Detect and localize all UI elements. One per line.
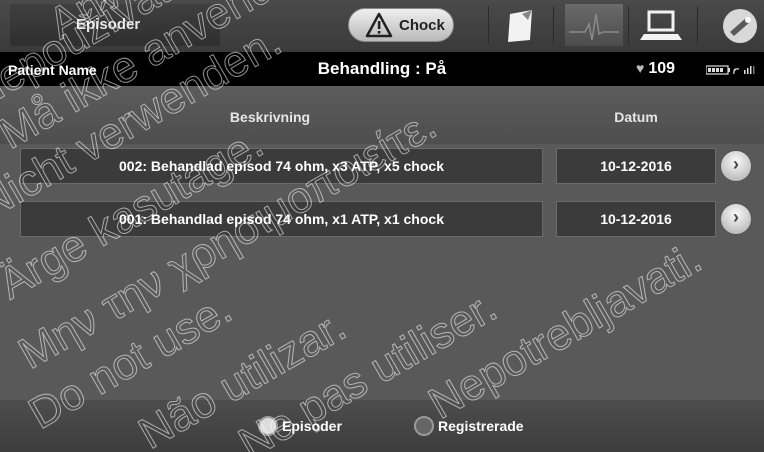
ecg-icon[interactable] [565, 4, 623, 46]
divider [553, 6, 554, 44]
radio-checked-icon[interactable] [258, 416, 278, 436]
divider [697, 6, 698, 44]
column-header-description: Beskrivning [229, 109, 311, 125]
chevron-right-button[interactable]: › [720, 203, 752, 235]
column-header-date: Datum [614, 109, 658, 125]
battery-icon [706, 65, 755, 75]
table-row[interactable]: 001: Behandlad episod 74 ohm, x1 ATP, x1… [0, 197, 764, 241]
divider [628, 6, 629, 44]
notes-icon[interactable] [492, 4, 550, 46]
filter-option-episodes-label: Episoder [282, 418, 342, 434]
top-navigation-bar: Episoder Chock [0, 0, 764, 52]
radio-unchecked-icon[interactable] [414, 416, 434, 436]
heart-rate-value: 109 [648, 60, 676, 77]
filter-option-episodes[interactable]: Episoder [258, 416, 342, 436]
divider [488, 6, 489, 44]
chevron-right-icon: › [733, 154, 739, 174]
episode-description[interactable]: 002: Behandlad episod 74 ohm, x3 ATP, x5… [20, 148, 543, 184]
shock-button-label: Chock [399, 17, 445, 34]
episode-date[interactable]: 10-12-2016 [556, 148, 716, 184]
episode-date[interactable]: 10-12-2016 [556, 201, 716, 237]
tab-episodes-label: Episoder [76, 16, 141, 33]
wand-icon[interactable] [706, 4, 764, 46]
tab-episodes[interactable]: Episoder [10, 4, 220, 46]
episode-description[interactable]: 001: Behandlad episod 74 ohm, x1 ATP, x1… [20, 201, 543, 237]
table-row[interactable]: 002: Behandlad episod 74 ohm, x3 ATP, x5… [0, 144, 764, 188]
laptop-icon[interactable] [632, 4, 690, 46]
heart-icon: ♥ [636, 60, 645, 76]
bottom-filter-bar: Episoder Registrerade [0, 400, 764, 452]
heart-rate: ♥ 109 [636, 60, 675, 78]
filter-option-recorded[interactable]: Registrerade [414, 416, 524, 436]
chevron-right-button[interactable]: › [720, 150, 752, 182]
shock-button[interactable]: Chock [348, 8, 454, 42]
warning-icon [365, 12, 393, 38]
chevron-right-icon: › [733, 207, 739, 227]
table-header: Beskrivning Datum [0, 86, 764, 144]
filter-option-recorded-label: Registrerade [438, 418, 524, 434]
status-bar: Patient Name Behandling : På ♥ 109 [0, 52, 764, 86]
